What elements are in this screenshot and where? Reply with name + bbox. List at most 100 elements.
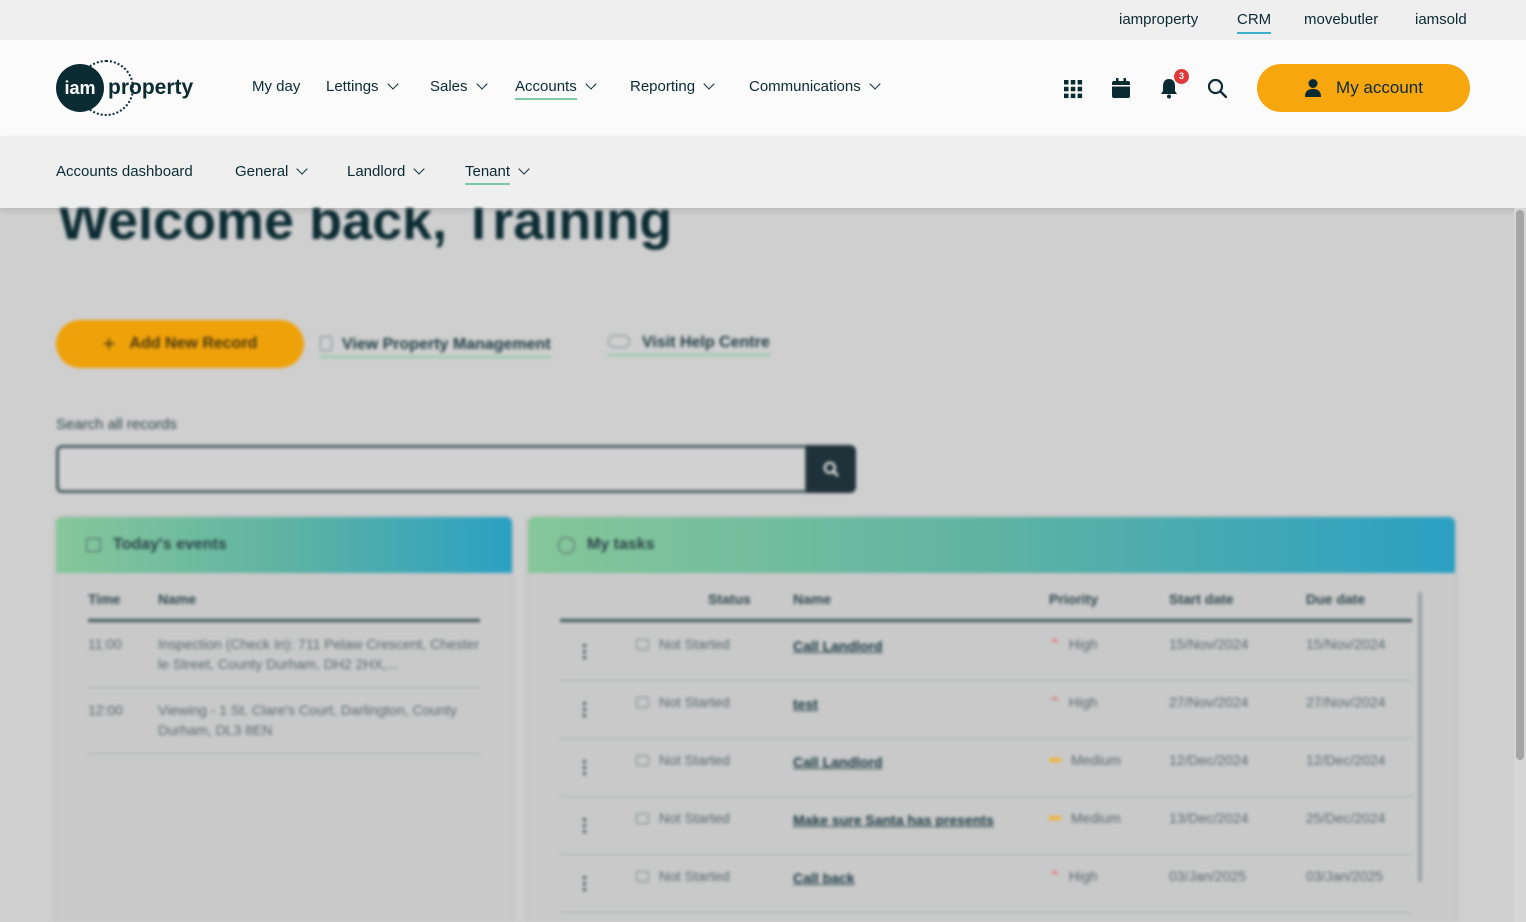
- nav-my-day[interactable]: My day: [252, 78, 300, 95]
- subnav-landlord[interactable]: Landlord: [347, 163, 426, 180]
- search-icon: [823, 461, 839, 477]
- task-priority: Medium: [1049, 752, 1121, 768]
- cloud-icon: [608, 335, 630, 348]
- visit-help-centre-label: Visit Help Centre: [642, 334, 770, 351]
- search-bar: [56, 445, 856, 493]
- page-title: Welcome back, Training: [58, 208, 673, 251]
- priority-high-icon: ⌃: [1049, 636, 1061, 652]
- top-link-iamproperty[interactable]: iamproperty: [1119, 11, 1198, 28]
- row-divider: [560, 854, 1412, 855]
- todays-events-header: Today's events: [56, 517, 512, 573]
- task-status-text: Not Started: [659, 810, 730, 826]
- event-name: Viewing - 1 St. Clare's Court, Darlingto…: [158, 702, 457, 738]
- task-status: Not Started: [636, 694, 730, 710]
- calendar-icon: [86, 538, 101, 552]
- add-new-record-button[interactable]: + Add New Record: [56, 320, 304, 368]
- my-account-button[interactable]: My account: [1257, 64, 1470, 112]
- grid-icon[interactable]: [1063, 79, 1085, 101]
- nav-reporting[interactable]: Reporting: [630, 78, 715, 95]
- task-start-date: 15/Nov/2024: [1169, 636, 1249, 652]
- logo-text: property: [108, 76, 194, 99]
- subnav-accounts-dashboard[interactable]: Accounts dashboard: [56, 163, 193, 180]
- nav-sales[interactable]: Sales: [430, 78, 488, 95]
- nav-lettings[interactable]: Lettings: [326, 78, 399, 95]
- more-options-icon[interactable]: · · ·: [582, 811, 588, 841]
- logo-mark: iam: [56, 64, 104, 112]
- top-product-bar: iamproperty CRM movebutler iamsold: [0, 0, 1526, 40]
- top-link-iamsold[interactable]: iamsold: [1415, 11, 1467, 28]
- tasks-col-name: Name: [793, 591, 832, 607]
- task-name-link[interactable]: test: [793, 696, 818, 712]
- task-start-date: 12/Dec/2024: [1169, 752, 1249, 768]
- calendar-icon[interactable]: [1111, 77, 1133, 99]
- task-start-date: 13/Dec/2024: [1169, 810, 1249, 826]
- clipboard-icon: [320, 336, 332, 351]
- tasks-col-start-date: Start date: [1169, 591, 1234, 607]
- task-due-date: 25/Dec/2024: [1306, 810, 1386, 826]
- task-name-link[interactable]: Make sure Santa has presents: [793, 812, 994, 828]
- task-name-link[interactable]: Call Landlord: [793, 754, 882, 770]
- task-name-link[interactable]: Call Landlord: [793, 638, 882, 654]
- task-status: Not Started: [636, 636, 730, 652]
- subnav-accounts-dashboard-label: Accounts dashboard: [56, 163, 193, 180]
- task-name-link[interactable]: Call back: [793, 870, 854, 886]
- priority-high-icon: ⌃: [1049, 694, 1061, 710]
- top-link-movebutler[interactable]: movebutler: [1304, 11, 1378, 28]
- bell-icon[interactable]: 3: [1159, 69, 1189, 99]
- priority-medium-icon: [1049, 816, 1061, 820]
- tasks-col-status: Status: [708, 591, 751, 607]
- todays-events-title: Today's events: [113, 536, 227, 553]
- my-account-label: My account: [1336, 78, 1423, 97]
- search-submit-button[interactable]: [806, 445, 856, 493]
- task-priority-text: High: [1068, 636, 1098, 652]
- top-link-crm[interactable]: CRM: [1237, 11, 1272, 34]
- more-options-icon[interactable]: · · ·: [582, 695, 588, 725]
- comment-icon: [636, 697, 649, 708]
- nav-accounts-label: Accounts: [515, 78, 577, 100]
- nav-communications-label: Communications: [749, 78, 861, 95]
- tasks-col-priority: Priority: [1049, 591, 1099, 607]
- page-scrollbar[interactable]: [1514, 208, 1526, 922]
- task-status: Not Started: [636, 752, 730, 768]
- event-time: 11:00: [88, 636, 122, 652]
- my-tasks-title: My tasks: [587, 536, 655, 553]
- task-priority-text: High: [1068, 868, 1098, 884]
- events-col-name: Name: [158, 591, 197, 607]
- chevron-down-icon: [386, 78, 399, 90]
- page-scrollbar-thumb[interactable]: [1516, 210, 1524, 760]
- add-new-record-label: Add New Record: [129, 335, 258, 352]
- search-icon[interactable]: [1207, 78, 1229, 100]
- my-tasks-header: My tasks: [528, 517, 1455, 573]
- more-options-icon[interactable]: · · ·: [582, 753, 588, 783]
- view-property-management-label: View Property Management: [342, 336, 551, 353]
- comment-icon: [636, 755, 649, 766]
- nav-reporting-label: Reporting: [630, 78, 696, 95]
- logo[interactable]: iam property: [56, 60, 206, 116]
- task-status-text: Not Started: [659, 636, 730, 652]
- nav-accounts[interactable]: Accounts: [515, 78, 597, 100]
- task-start-date: 27/Nov/2024: [1169, 694, 1249, 710]
- row-divider: [560, 796, 1412, 797]
- search-label: Search all records: [56, 416, 177, 433]
- task-priority: ⌃ High: [1049, 694, 1098, 711]
- chevron-down-icon: [585, 78, 597, 90]
- more-options-icon[interactable]: · · ·: [582, 637, 588, 667]
- tasks-scrollbar[interactable]: [1418, 592, 1422, 882]
- nav-lettings-label: Lettings: [326, 78, 379, 95]
- more-options-icon[interactable]: · · ·: [582, 869, 588, 899]
- subnav-tenant[interactable]: Tenant: [465, 163, 530, 185]
- task-priority-text: Medium: [1071, 810, 1121, 826]
- nav-communications[interactable]: Communications: [749, 78, 881, 95]
- check-circle-icon: [558, 536, 575, 554]
- events-col-time: Time: [88, 591, 121, 607]
- visit-help-centre-link[interactable]: Visit Help Centre: [608, 334, 770, 356]
- view-property-management-link[interactable]: View Property Management: [320, 334, 551, 358]
- task-status: Not Started: [636, 868, 730, 884]
- task-status-text: Not Started: [659, 694, 730, 710]
- task-status-text: Not Started: [659, 752, 730, 768]
- events-header-rule: [88, 619, 480, 622]
- subnav-general[interactable]: General: [235, 163, 309, 180]
- task-priority: Medium: [1049, 810, 1121, 826]
- chevron-down-icon: [413, 163, 426, 175]
- search-input[interactable]: [56, 445, 808, 493]
